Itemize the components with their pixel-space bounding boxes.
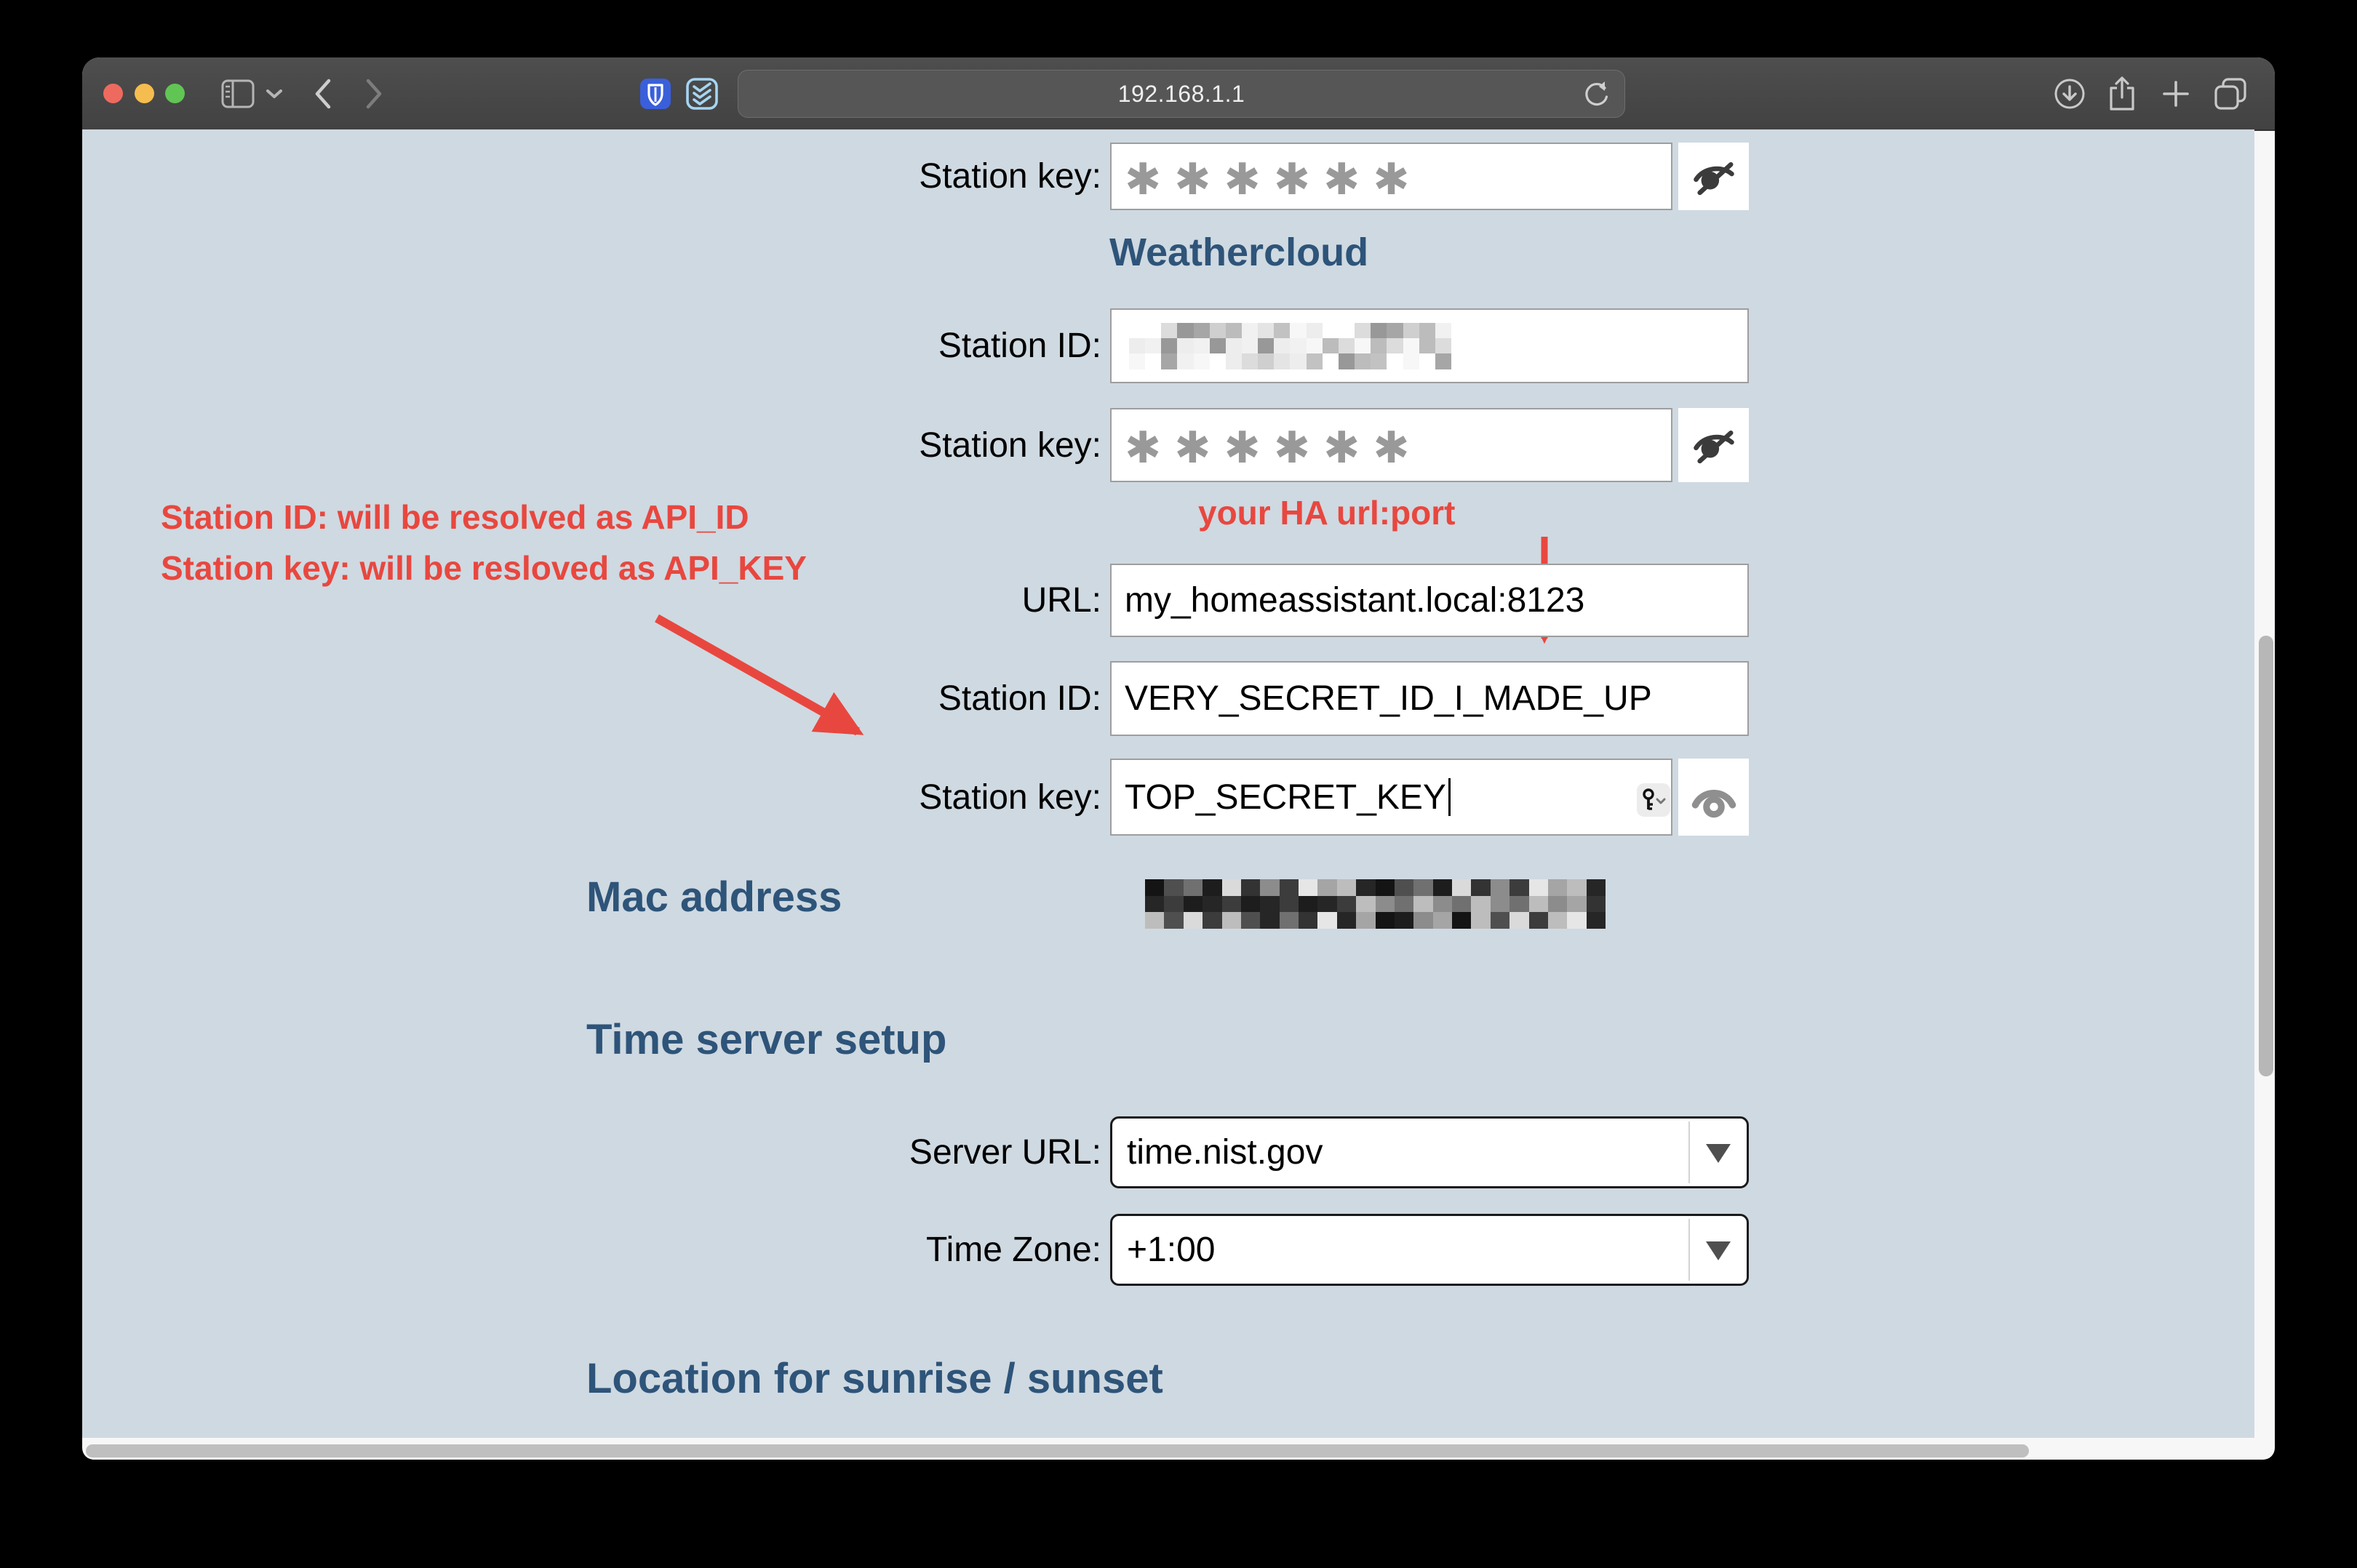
password-autofill-button[interactable] [1637, 783, 1670, 817]
text-cursor [1448, 778, 1451, 816]
server-url-label: Server URL: [738, 1116, 1101, 1188]
tab-overview-button[interactable] [2208, 57, 2253, 129]
station-id-label: Station ID: [738, 661, 1101, 736]
time-zone-value: +1:00 [1127, 1230, 1215, 1270]
station-id-input[interactable]: VERY_SECRET_ID_I_MADE_UP [1110, 661, 1749, 736]
key-autofill-icon [1640, 788, 1667, 812]
location-heading: Location for sunrise / sunset [586, 1354, 1163, 1403]
new-tab-button[interactable] [2155, 57, 2196, 129]
mac-address-heading: Mac address [586, 873, 842, 921]
forward-icon [364, 78, 383, 110]
minimize-button[interactable] [135, 84, 154, 103]
masked-password-text: ✱✱✱✱✱✱ [1125, 154, 1423, 205]
weathercloud-heading: Weathercloud [1109, 230, 1368, 275]
annotation-line-2: Station key: will be resloved as API_KEY [161, 548, 807, 588]
sidebar-menu-chevron[interactable] [261, 57, 287, 129]
url-input[interactable]: my_homeassistant.local:8123 [1110, 564, 1749, 637]
vertical-scrollbar-thumb[interactable] [2259, 636, 2273, 1076]
time-server-heading: Time server setup [586, 1015, 946, 1064]
annotation-ha-url: your HA url:port [1198, 493, 1456, 532]
station-id-value: VERY_SECRET_ID_I_MADE_UP [1125, 679, 1652, 719]
back-icon [314, 78, 332, 110]
station-key-label-2: Station key: [738, 408, 1101, 482]
station-key-value: TOP_SECRET_KEY [1125, 777, 1446, 817]
downloads-button[interactable] [2049, 57, 2090, 129]
url-label: URL: [738, 564, 1101, 637]
zoom-button[interactable] [165, 84, 185, 103]
server-url-value: time.nist.gov [1127, 1132, 1323, 1172]
show-password-button-1[interactable] [1678, 143, 1749, 210]
bitwarden-extension-button[interactable] [635, 57, 676, 129]
browser-window: 192.168.1.1 [82, 57, 2275, 1460]
eye-slash-icon [1691, 423, 1736, 468]
station-key-input-2[interactable]: ✱✱✱✱✱✱ [1110, 408, 1672, 482]
time-zone-select[interactable]: +1:00 [1110, 1214, 1749, 1286]
new-tab-icon [2161, 79, 2190, 108]
horizontal-scrollbar-thumb[interactable] [86, 1444, 2029, 1457]
time-zone-label: Time Zone: [738, 1214, 1101, 1286]
show-password-button-2[interactable] [1678, 408, 1749, 482]
annotation-line-1: Station ID: will be resolved as API_ID [161, 497, 749, 537]
redacted-station-id-value [1129, 323, 1451, 369]
tab-overview-icon [2212, 76, 2249, 111]
url-value: my_homeassistant.local:8123 [1125, 580, 1584, 620]
select-divider [1688, 1121, 1690, 1183]
station-id-label-redacted: Station ID: [738, 308, 1101, 383]
chevrons-extension-button[interactable] [682, 57, 722, 129]
dropdown-arrow-icon [1706, 1241, 1731, 1260]
station-key-label-1: Station key: [738, 143, 1101, 210]
share-icon [2105, 76, 2139, 112]
sidebar-toggle-button[interactable] [218, 57, 258, 129]
address-bar[interactable]: 192.168.1.1 [738, 70, 1625, 118]
station-key-label-3: Station key: [738, 759, 1101, 836]
select-divider [1688, 1219, 1690, 1281]
reload-button[interactable] [1581, 78, 1613, 110]
browser-toolbar: 192.168.1.1 [82, 57, 2275, 131]
chevron-down-icon [266, 88, 283, 100]
masked-password-text: ✱✱✱✱✱✱ [1125, 423, 1423, 473]
eye-slash-icon [1691, 154, 1736, 199]
server-url-select[interactable]: time.nist.gov [1110, 1116, 1749, 1188]
forward-button[interactable] [356, 57, 392, 129]
bitwarden-shield-icon [639, 77, 672, 111]
redacted-mac-value [1145, 879, 1606, 929]
address-text: 192.168.1.1 [1118, 81, 1245, 108]
chevrons-extension-icon [685, 77, 719, 111]
reveal-password-button[interactable] [1678, 759, 1749, 836]
station-id-input-redacted[interactable] [1110, 308, 1749, 383]
station-key-input-1[interactable]: ✱✱✱✱✱✱ [1110, 143, 1672, 210]
station-key-input-3[interactable]: TOP_SECRET_KEY [1110, 759, 1672, 836]
share-button[interactable] [2102, 57, 2142, 129]
eye-icon [1688, 775, 1739, 820]
back-button[interactable] [305, 57, 341, 129]
sidebar-icon [221, 79, 255, 108]
page-content: Station key: ✱✱✱✱✱✱ Weathercloud Station… [82, 129, 2254, 1438]
close-button[interactable] [103, 84, 123, 103]
dropdown-arrow-icon [1706, 1144, 1731, 1163]
download-icon [2053, 77, 2086, 111]
